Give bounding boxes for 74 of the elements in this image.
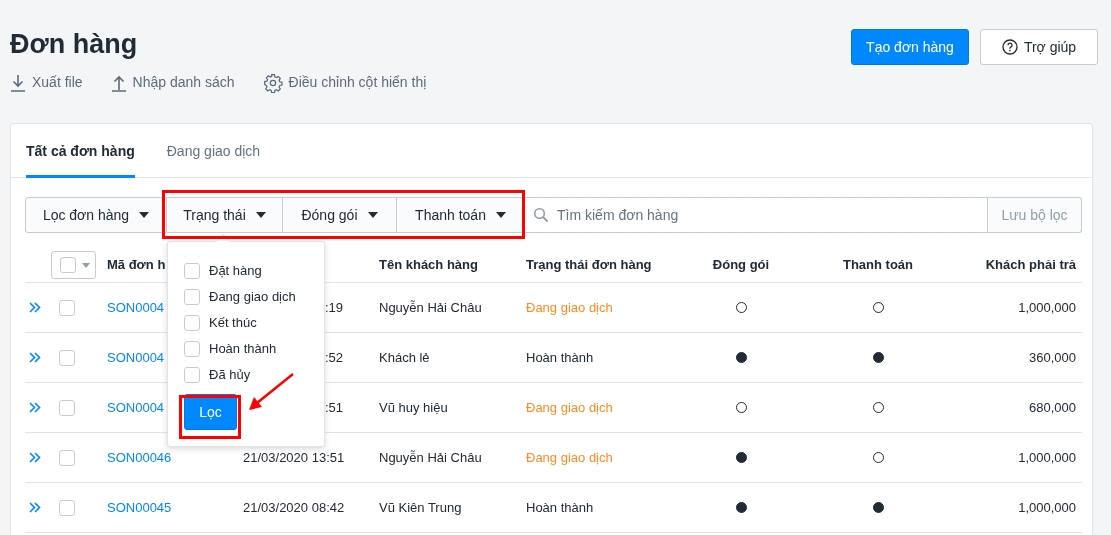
import-link[interactable]: Nhập danh sách bbox=[110, 72, 235, 93]
table-cell: 21/03/2020 08:42 bbox=[243, 499, 345, 515]
expand-icon[interactable] bbox=[29, 352, 41, 363]
checkbox[interactable] bbox=[184, 289, 200, 305]
checkbox[interactable] bbox=[184, 263, 200, 279]
apply-filter-button[interactable]: Lọc bbox=[184, 394, 237, 430]
column-header: Đóng gói bbox=[712, 257, 770, 273]
status-text: Đang giao dịch bbox=[526, 399, 613, 415]
status-text: Đang giao dịch bbox=[526, 299, 613, 315]
expand-icon[interactable] bbox=[29, 302, 41, 313]
table-cell: 680,000 bbox=[1029, 399, 1076, 415]
tab[interactable]: Tất cả đơn hàng bbox=[26, 124, 135, 178]
order-link[interactable]: SON0004 bbox=[107, 399, 165, 415]
expand-icon[interactable] bbox=[29, 402, 41, 413]
expand-icon[interactable] bbox=[29, 452, 41, 463]
caret-icon[interactable] bbox=[82, 262, 90, 268]
caret-icon bbox=[139, 212, 150, 218]
download-icon bbox=[10, 73, 26, 92]
column-header: Tên khách hàng bbox=[379, 257, 478, 273]
filter-option[interactable]: Đặt hàng bbox=[184, 262, 324, 280]
caret-icon bbox=[367, 212, 378, 218]
table-cell: :51 bbox=[324, 399, 343, 415]
expand-icon[interactable] bbox=[29, 502, 41, 513]
table-cell: Khách lẻ bbox=[379, 349, 430, 365]
table-cell: 1,000,000 bbox=[1018, 299, 1076, 315]
order-link[interactable]: SON00046 bbox=[107, 449, 172, 465]
checkbox[interactable] bbox=[184, 315, 200, 331]
search-field[interactable]: Tìm kiếm đơn hàng bbox=[525, 197, 988, 233]
help-icon bbox=[1001, 39, 1018, 55]
tab[interactable]: Đang giao dịch bbox=[166, 124, 261, 178]
search-icon bbox=[533, 207, 549, 223]
filter-option[interactable]: Kết thúc bbox=[184, 314, 324, 332]
table-cell: 1,000,000 bbox=[1018, 499, 1076, 515]
settings-link[interactable]: Điều chỉnh cột hiển thị bbox=[262, 72, 427, 93]
page-title: Đơn hàng bbox=[10, 29, 139, 59]
order-link[interactable]: SON0004 bbox=[107, 349, 165, 365]
table-cell: Vũ huy hiệu bbox=[379, 399, 448, 415]
table-cell: 360,000 bbox=[1029, 349, 1076, 365]
export-link[interactable]: Xuất file bbox=[10, 72, 83, 93]
save-filter-button[interactable]: Lưu bộ lọc bbox=[988, 197, 1082, 233]
help-button[interactable]: Trợ giúp bbox=[980, 29, 1098, 65]
filter-option[interactable]: Hoàn thành bbox=[184, 340, 324, 358]
caret-icon bbox=[495, 212, 506, 218]
filter-option[interactable]: Đang giao dịch bbox=[184, 288, 324, 306]
status-text: Hoàn thành bbox=[526, 499, 594, 515]
status-text: Hoàn thành bbox=[526, 349, 594, 365]
table-cell: :52 bbox=[324, 349, 343, 365]
filter-dropdown[interactable]: Lọc đơn hàng bbox=[25, 197, 167, 233]
filter-dropdown[interactable]: Đóng gói bbox=[283, 197, 397, 233]
order-link[interactable]: SON00045 bbox=[107, 499, 172, 515]
table-cell: Vũ Kiên Trung bbox=[379, 499, 462, 515]
table-cell: Nguyễn Hải Châu bbox=[379, 299, 482, 315]
table-cell: :19 bbox=[324, 299, 343, 315]
column-header: Trạng thái đơn hàng bbox=[526, 257, 652, 273]
column-header: Khách phải trả bbox=[985, 257, 1076, 273]
table-cell: Nguyễn Hải Châu bbox=[379, 449, 482, 465]
column-header: Mã đơn h bbox=[107, 257, 166, 273]
order-link[interactable]: SON0004 bbox=[107, 299, 165, 315]
filter-dropdown[interactable]: Thanh toán bbox=[397, 197, 525, 233]
checkbox[interactable] bbox=[184, 367, 200, 383]
create-order-button[interactable]: Tạo đơn hàng bbox=[851, 29, 969, 65]
highlight-frame bbox=[179, 395, 241, 439]
filter-dropdown[interactable]: Trạng thái bbox=[167, 197, 283, 233]
checkbox[interactable] bbox=[184, 341, 200, 357]
caret-icon bbox=[255, 212, 266, 218]
status-text: Đang giao dịch bbox=[526, 449, 613, 465]
column-header: Thanh toán bbox=[842, 257, 913, 273]
table-cell: 21/03/2020 13:51 bbox=[243, 449, 345, 465]
select-all-checkbox[interactable] bbox=[51, 251, 96, 279]
annotation-arrow bbox=[249, 373, 294, 410]
filter-option[interactable]: Đã hủy bbox=[184, 366, 324, 384]
table-cell: 1,000,000 bbox=[1018, 449, 1076, 465]
gear-icon bbox=[262, 72, 283, 93]
upload-icon bbox=[110, 73, 127, 92]
